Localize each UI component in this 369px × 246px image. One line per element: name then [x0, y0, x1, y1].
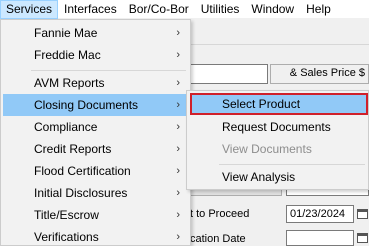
- submenu-item-select-product[interactable]: Select Product: [190, 93, 368, 115]
- menu-item-label: AVM Reports: [34, 76, 105, 90]
- chevron-right-icon: ›: [176, 187, 180, 199]
- form-field-left[interactable]: [186, 64, 268, 84]
- menu-item-label: Fannie Mae: [34, 26, 98, 40]
- submenu-item-view-documents: View Documents: [222, 142, 312, 156]
- menu-window[interactable]: Window: [245, 0, 300, 19]
- submenu-item-view-analysis[interactable]: View Analysis: [190, 166, 368, 188]
- services-dropdown: Fannie Mae › Freddie Mac › AVM Reports ›…: [0, 19, 191, 246]
- menu-item-fannie-mae[interactable]: Fannie Mae ›: [3, 22, 188, 44]
- menu-services[interactable]: Services: [0, 0, 59, 19]
- menu-item-compliance[interactable]: Compliance ›: [3, 116, 188, 138]
- menu-bor-co-bor[interactable]: Bor/Co-Bor: [123, 0, 195, 19]
- chevron-right-icon: ›: [176, 143, 180, 155]
- to-proceed-date-field[interactable]: 01/23/2024: [286, 205, 354, 223]
- menu-item-label: Verifications: [34, 230, 99, 244]
- menu-item-label: Flood Certification: [34, 164, 131, 178]
- menu-item-title-escrow[interactable]: Title/Escrow ›: [3, 204, 188, 226]
- menu-separator: [219, 164, 365, 165]
- menu-utilities[interactable]: Utilities: [195, 0, 246, 19]
- menu-item-flood-certification[interactable]: Flood Certification ›: [3, 160, 188, 182]
- sales-price-label: & Sales Price $: [289, 67, 365, 79]
- chevron-right-icon: ›: [176, 77, 180, 89]
- menu-item-label: Freddie Mac: [34, 48, 101, 62]
- closing-documents-submenu: Select Product Request Documents View Do…: [186, 90, 369, 190]
- menu-item-label: Initial Disclosures: [34, 186, 128, 200]
- menu-bar: Services Interfaces Bor/Co-Bor Utilities…: [0, 0, 369, 19]
- location-date-field[interactable]: [286, 230, 354, 246]
- calendar-icon[interactable]: [357, 209, 368, 219]
- menu-item-avm-reports[interactable]: AVM Reports ›: [3, 72, 188, 94]
- toolbar-strip: [186, 19, 369, 45]
- chevron-right-icon: ›: [176, 27, 180, 39]
- menu-interfaces[interactable]: Interfaces: [58, 0, 123, 19]
- chevron-right-icon: ›: [176, 49, 180, 61]
- chevron-right-icon: ›: [176, 99, 180, 111]
- menu-item-freddie-mac[interactable]: Freddie Mac ›: [3, 44, 188, 66]
- menu-separator: [31, 70, 186, 71]
- calendar-icon[interactable]: [357, 233, 368, 243]
- menu-item-verifications[interactable]: Verifications ›: [3, 226, 188, 246]
- menu-item-label: Compliance: [34, 120, 98, 134]
- menu-help[interactable]: Help: [300, 0, 337, 19]
- submenu-item-request-documents[interactable]: Request Documents: [190, 116, 368, 138]
- chevron-right-icon: ›: [176, 121, 180, 133]
- chevron-right-icon: ›: [176, 231, 180, 243]
- chevron-right-icon: ›: [176, 209, 180, 221]
- chevron-right-icon: ›: [176, 165, 180, 177]
- menu-item-initial-disclosures[interactable]: Initial Disclosures ›: [3, 182, 188, 204]
- sales-price-label-box: & Sales Price $: [270, 64, 369, 84]
- location-date-label: cation Date: [190, 233, 246, 245]
- menu-item-closing-documents[interactable]: Closing Documents ›: [3, 94, 188, 116]
- menu-item-label: Title/Escrow: [34, 208, 99, 222]
- menu-item-credit-reports[interactable]: Credit Reports ›: [3, 138, 188, 160]
- to-proceed-label: t to Proceed: [190, 208, 250, 220]
- menu-item-label: Credit Reports: [34, 142, 112, 156]
- menu-item-label: Closing Documents: [34, 98, 139, 112]
